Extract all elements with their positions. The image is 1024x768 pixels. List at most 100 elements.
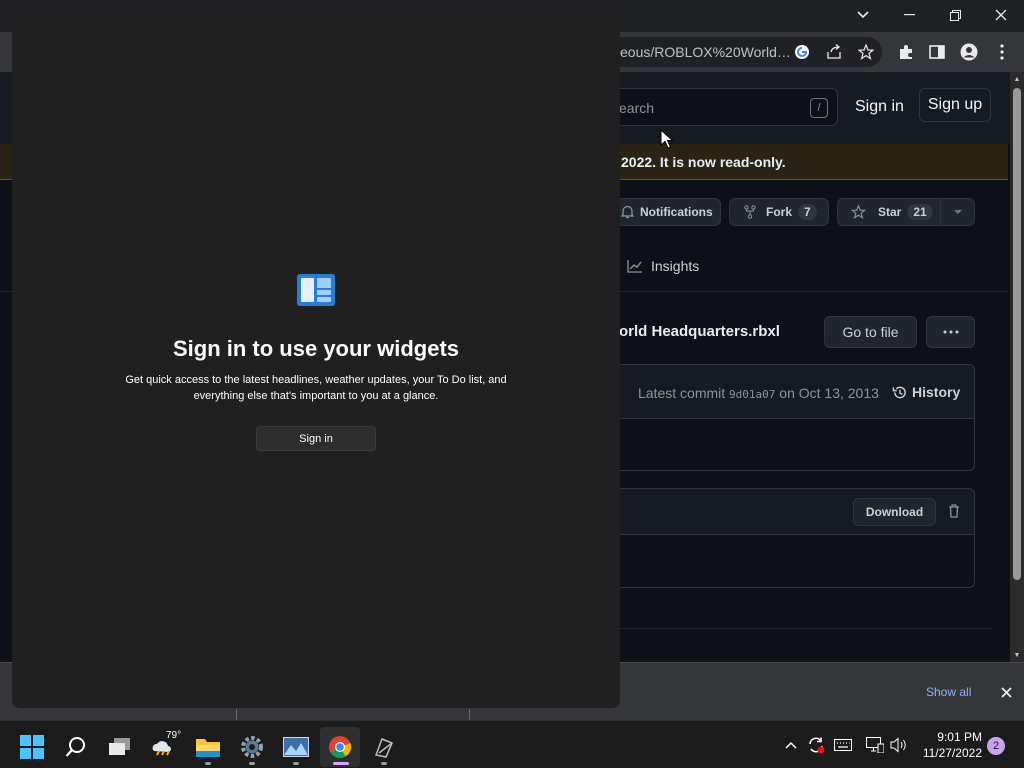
start-icon [20, 735, 44, 759]
close-window-button[interactable] [978, 0, 1024, 30]
start-button[interactable] [12, 727, 52, 767]
clock-date: 11/27/2022 [922, 746, 982, 760]
widgets-sign-in-button[interactable]: Sign in [256, 426, 376, 451]
latest-commit-box: Latest commit 9d01a07 on Oct 13, 2013 Hi… [600, 364, 975, 471]
notifications-label: Notifications [640, 205, 713, 219]
scroll-up-arrow[interactable]: ▲ [1010, 72, 1024, 86]
close-icon [995, 9, 1007, 21]
roblox-studio-icon [374, 738, 393, 758]
commit-date: on Oct 13, 2013 [779, 385, 879, 401]
github-sign-in-link[interactable]: Sign in [855, 98, 904, 116]
restore-button[interactable] [932, 0, 978, 30]
minimize-icon [903, 14, 915, 16]
tab-search-button[interactable] [850, 4, 876, 26]
volume-icon [890, 737, 906, 753]
roblox-studio-button[interactable] [364, 727, 404, 767]
clock-time: 9:01 PM [937, 730, 982, 744]
volume-tray-button[interactable] [888, 735, 910, 755]
star-icon [858, 44, 874, 60]
browser-menu-button[interactable] [991, 41, 1013, 63]
latest-commit-text: Latest commit 9d01a07 on Oct 13, 2013 [638, 385, 879, 401]
widgets-description-line: Get quick access to the latest headlines… [125, 374, 507, 386]
show-hidden-icons-button[interactable] [780, 735, 802, 755]
history-icon [892, 386, 906, 398]
fork-button[interactable]: Fork 7 [729, 198, 829, 226]
widgets-title: Sign in to use your widgets [172, 336, 460, 361]
fork-count: 7 [798, 204, 817, 220]
chrome-taskbar-button[interactable] [320, 727, 360, 767]
delete-file-button[interactable] [945, 501, 963, 521]
search-icon [65, 737, 85, 757]
file-explorer-button[interactable] [188, 727, 228, 767]
close-downloads-bar-button[interactable] [996, 683, 1016, 701]
google-icon [795, 45, 809, 59]
kebab-menu-icon [1000, 44, 1004, 60]
running-indicator [205, 762, 211, 765]
minimize-button[interactable] [886, 0, 932, 30]
download-button[interactable]: Download [853, 498, 936, 526]
network-tray-button[interactable] [864, 735, 886, 755]
taskbar-search-button[interactable] [56, 727, 96, 767]
commit-sha-link[interactable]: 9d01a07 [729, 388, 775, 401]
bookmark-star-button[interactable] [856, 42, 876, 62]
puzzle-icon [900, 45, 912, 59]
share-button[interactable] [824, 42, 844, 62]
star-button[interactable]: Star 21 [837, 198, 975, 226]
chrome-icon [329, 736, 352, 758]
notification-badge[interactable]: 2 [987, 737, 1005, 755]
profile-icon [960, 43, 978, 61]
task-view-button[interactable] [100, 727, 140, 767]
search-placeholder: earch [619, 100, 655, 116]
task-view-icon [109, 738, 130, 755]
scrollbar-thumb[interactable] [1013, 88, 1021, 580]
restore-icon [949, 9, 961, 21]
extensions-button[interactable] [895, 41, 917, 63]
chevron-down-icon [857, 11, 869, 19]
file-viewer-box: Download [600, 488, 975, 588]
weather-temperature: 79° [166, 730, 182, 741]
chevron-up-icon [785, 741, 797, 749]
bell-icon [621, 205, 634, 219]
google-lens-button[interactable] [792, 42, 812, 62]
window-controls [886, 0, 1024, 30]
running-indicator [249, 762, 255, 765]
profile-button[interactable] [958, 41, 980, 63]
history-link[interactable]: History [892, 384, 960, 400]
star-outline-icon [851, 205, 866, 219]
scroll-down-arrow[interactable]: ▼ [1010, 648, 1024, 662]
archived-banner-text: 2022. It is now read-only. [621, 154, 786, 170]
widgets-taskbar-button[interactable]: 79° [144, 727, 184, 767]
search-shortcut-key: / [810, 98, 828, 118]
photos-button[interactable] [276, 727, 316, 767]
address-bar-url[interactable]: eous/ROBLOX%20World… [620, 44, 791, 60]
taskbar: 79° 9:01 PM 11/27/2022 2 [0, 720, 1024, 768]
tab-insights[interactable]: Insights [627, 258, 699, 274]
go-to-file-button[interactable]: Go to file [824, 316, 917, 348]
latest-commit-prefix: Latest commit [638, 385, 726, 401]
widgets-panel: Sign in to use your widgets Get quick ac… [12, 12, 620, 708]
history-label: History [912, 384, 961, 400]
keyboard-icon [834, 739, 852, 751]
github-sign-up-button[interactable]: Sign up [919, 88, 991, 122]
running-indicator [381, 762, 387, 765]
sync-icon [809, 737, 825, 754]
mouse-cursor-icon [660, 129, 674, 149]
star-label: Star [878, 205, 902, 219]
system-clock[interactable]: 9:01 PM 11/27/2022 [914, 729, 982, 761]
latest-commit-header: Latest commit 9d01a07 on Oct 13, 2013 Hi… [601, 365, 974, 419]
settings-button[interactable] [232, 727, 272, 767]
ellipsis-icon [943, 330, 958, 334]
side-panel-button[interactable] [926, 41, 948, 63]
running-indicator [293, 762, 299, 765]
side-panel-icon [929, 45, 945, 59]
more-options-button[interactable] [926, 316, 975, 348]
trash-icon [949, 504, 959, 518]
sync-tray-button[interactable] [805, 735, 827, 755]
widgets-icon [297, 274, 335, 306]
show-all-downloads-link[interactable]: Show all [926, 685, 971, 699]
page-scrollbar[interactable]: ▲ ▼ [1010, 72, 1024, 662]
star-dropdown-button[interactable] [954, 206, 962, 220]
widgets-description-line: everything else that's important to you … [193, 390, 439, 402]
close-icon [1000, 686, 1012, 698]
keyboard-tray-button[interactable] [832, 735, 854, 755]
